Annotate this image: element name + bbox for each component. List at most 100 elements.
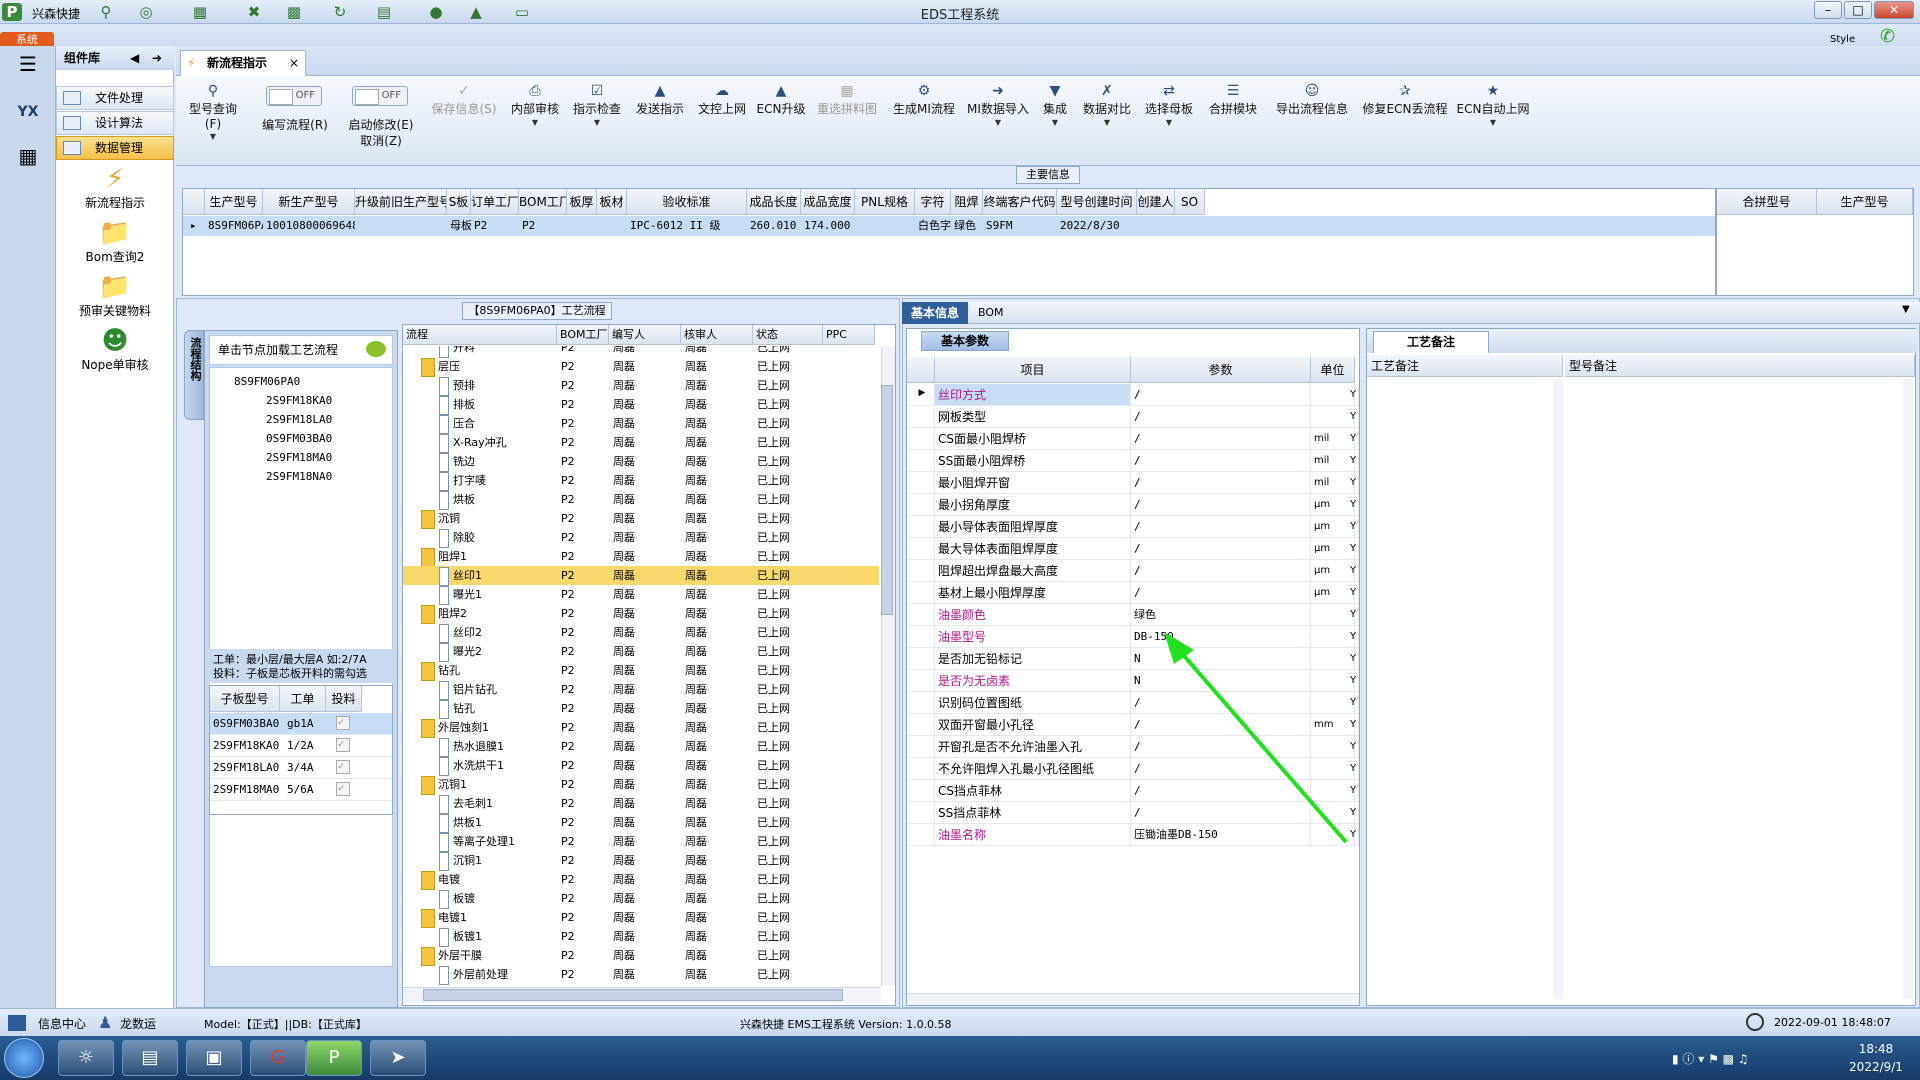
col-header[interactable]: 成品长度: [747, 189, 801, 215]
param-value[interactable]: /: [1131, 472, 1311, 494]
col-header[interactable]: 订单工厂: [471, 189, 519, 215]
param-value[interactable]: 绿色: [1131, 604, 1311, 626]
col-header[interactable]: 生产型号: [205, 189, 263, 215]
tool-prereview[interactable]: 📁 预审关键物料: [56, 272, 174, 319]
internal-review-button[interactable]: ⎙ 内部审核 ▼: [510, 82, 560, 129]
param-row[interactable]: 最小阻焊开窗 / mil Y: [907, 472, 1359, 494]
flow-row[interactable]: 沉铜1 P2 周磊 周磊 已上网: [403, 775, 879, 795]
taskbar-app-g[interactable]: G: [250, 1040, 306, 1076]
menu-icon[interactable]: ☰: [8, 46, 48, 82]
close-button[interactable]: ✕: [1874, 1, 1914, 19]
col-header[interactable]: 验收标准: [627, 189, 747, 215]
flow-row[interactable]: 压合 P2 周磊 周磊 已上网: [403, 414, 879, 434]
flow-row[interactable]: 曝光2 P2 周磊 周磊 已上网: [403, 642, 879, 662]
feed-checkbox[interactable]: ✓: [336, 782, 350, 796]
reselect-layout-button[interactable]: ▦ 重选拼料图: [814, 82, 880, 117]
feed-checkbox[interactable]: ✓: [336, 760, 350, 774]
send-instruction-button[interactable]: ▲ 发送指示: [634, 82, 686, 117]
flow-row[interactable]: 水洗烘干1 P2 周磊 周磊 已上网: [403, 756, 879, 776]
param-row[interactable]: CS面最小阻焊桥 / mil Y: [907, 428, 1359, 450]
col-header[interactable]: S板: [447, 189, 471, 215]
globe-icon[interactable]: ◎: [136, 3, 156, 21]
flow-row[interactable]: 开料 P2 周磊 周磊 已上网: [403, 346, 879, 358]
phone-icon[interactable]: ✆: [1880, 26, 1895, 47]
fix-ecn-button[interactable]: ✰ 修复ECN丢流程: [1362, 82, 1448, 117]
close-tab-icon[interactable]: ×: [289, 51, 299, 75]
tab-basic-info[interactable]: 基本信息: [902, 302, 968, 324]
flow-row[interactable]: 板镀 P2 周磊 周磊 已上网: [403, 889, 879, 909]
tools-icon[interactable]: ✖: [244, 3, 264, 21]
tree-root[interactable]: 8S9FM06PA0: [218, 372, 388, 391]
col-header[interactable]: 参数: [1131, 357, 1311, 383]
apps-icon[interactable]: ▤: [374, 3, 394, 21]
save-info-button[interactable]: ✓ 保存信息(S): [430, 82, 498, 117]
param-row[interactable]: 油墨颜色 绿色 Y: [907, 604, 1359, 626]
flow-row[interactable]: 外层前处理 P2 周磊 周磊 已上网: [403, 965, 879, 985]
col-header[interactable]: 工单: [280, 686, 326, 712]
write-flow-toggle[interactable]: OFF: [266, 86, 322, 106]
col-header[interactable]: 合拼型号: [1717, 189, 1817, 215]
ecn-upgrade-button[interactable]: ▲ ECN升级: [756, 82, 806, 117]
search-icon[interactable]: ⚲: [96, 3, 116, 21]
param-row[interactable]: ▶ 丝印方式 / Y: [907, 384, 1359, 406]
flow-row[interactable]: 外层干膜 P2 周磊 周磊 已上网: [403, 946, 879, 966]
feed-checkbox[interactable]: ✓: [336, 716, 350, 730]
param-row[interactable]: 阻焊超出焊盘最大高度 / μm Y: [907, 560, 1359, 582]
param-value[interactable]: /: [1131, 538, 1311, 560]
cancel-label[interactable]: 取消(Z): [344, 132, 418, 149]
col-header[interactable]: 板材: [597, 189, 627, 215]
flow-row[interactable]: 外层蚀刻1 P2 周磊 周磊 已上网: [403, 718, 879, 738]
col-header[interactable]: 投料: [326, 686, 362, 712]
flow-row[interactable]: 热水退膜1 P2 周磊 周磊 已上网: [403, 737, 879, 757]
tabs-menu-icon[interactable]: ▼: [1902, 304, 1910, 315]
table-row[interactable]: 0S9FM03BA0 gb1A ✓: [210, 713, 392, 735]
flow-row[interactable]: 等离子处理1 P2 周磊 周磊 已上网: [403, 832, 879, 852]
col-header[interactable]: 板厚: [567, 189, 597, 215]
param-row[interactable]: SS面最小阻焊桥 / mil Y: [907, 450, 1359, 472]
flow-row[interactable]: 阻焊2 P2 周磊 周磊 已上网: [403, 604, 879, 624]
flow-row[interactable]: 铝片钻孔 P2 周磊 周磊 已上网: [403, 680, 879, 700]
tab-new-flow[interactable]: ⚡ 新流程指示 ×: [180, 50, 306, 76]
col-header[interactable]: 流程: [403, 325, 557, 345]
col-header[interactable]: PNL规格: [855, 189, 915, 215]
select-mother-board-button[interactable]: ⇄ 选择母板 ▼: [1142, 82, 1196, 129]
col-header[interactable]: 生产型号: [1817, 189, 1913, 215]
tree-node[interactable]: 2S9FM18NA0: [250, 467, 390, 486]
flow-row[interactable]: 电镀1 P2 周磊 周磊 已上网: [403, 908, 879, 928]
col-header[interactable]: BOM工厂: [557, 325, 609, 345]
param-row[interactable]: 最大导体表面阻焊厚度 / μm Y: [907, 538, 1359, 560]
info-center[interactable]: 信息中心: [38, 1015, 86, 1032]
taskbar-app-arrow[interactable]: ➤: [370, 1040, 426, 1076]
param-value[interactable]: /: [1131, 516, 1311, 538]
flow-row[interactable]: 钻孔 P2 周磊 周磊 已上网: [403, 699, 879, 719]
col-header[interactable]: BOM工厂: [519, 189, 567, 215]
ecn-auto-online-button[interactable]: ★ ECN自动上网 ▼: [1456, 82, 1530, 129]
col-header[interactable]: 子板型号: [210, 686, 280, 712]
taskbar-app-shell[interactable]: ☼: [58, 1040, 114, 1076]
remarks-scrollbar[interactable]: [1903, 379, 1913, 999]
calculator-icon[interactable]: ▦: [8, 138, 48, 174]
flow-row[interactable]: 沉铜1 P2 周磊 周磊 已上网: [403, 851, 879, 871]
table-row[interactable]: 2S9FM18LA0 3/4A ✓: [210, 757, 392, 779]
param-value[interactable]: /: [1131, 406, 1311, 428]
flow-row[interactable]: 板镀1 P2 周磊 周磊 已上网: [403, 927, 879, 947]
remarks-scrollbar[interactable]: [1553, 379, 1563, 999]
param-row[interactable]: 基材上最小阻焊厚度 / μm Y: [907, 582, 1359, 604]
flow-row[interactable]: 打字唛 P2 周磊 周磊 已上网: [403, 471, 879, 491]
instruction-check-button[interactable]: ☑ 指示检查 ▼: [572, 82, 622, 129]
tab-bom[interactable]: BOM: [978, 302, 1018, 324]
maximize-button[interactable]: □: [1844, 1, 1872, 19]
tree-node[interactable]: 0S9FM03BA0: [250, 429, 390, 448]
col-header[interactable]: 字符: [915, 189, 951, 215]
main-info-row[interactable]: ▸8S9FM06PA010010800069648母板P2P2IPC-6012 …: [183, 216, 1715, 236]
param-value[interactable]: /: [1131, 428, 1311, 450]
monitor-icon[interactable]: ▭: [512, 3, 532, 21]
refresh-icon[interactable]: ↻: [330, 3, 350, 21]
style-menu[interactable]: Style: [1830, 34, 1855, 45]
col-header[interactable]: 状态: [753, 325, 823, 345]
flow-row[interactable]: 阻焊1 P2 周磊 周磊 已上网: [403, 547, 879, 567]
flow-row[interactable]: 曝光1 P2 周磊 周磊 已上网: [403, 585, 879, 605]
col-header[interactable]: 升级前旧生产型号: [355, 189, 447, 215]
flow-row[interactable]: 丝印1 P2 周磊 周磊 已上网: [403, 566, 879, 586]
col-header[interactable]: 单位: [1311, 357, 1355, 383]
